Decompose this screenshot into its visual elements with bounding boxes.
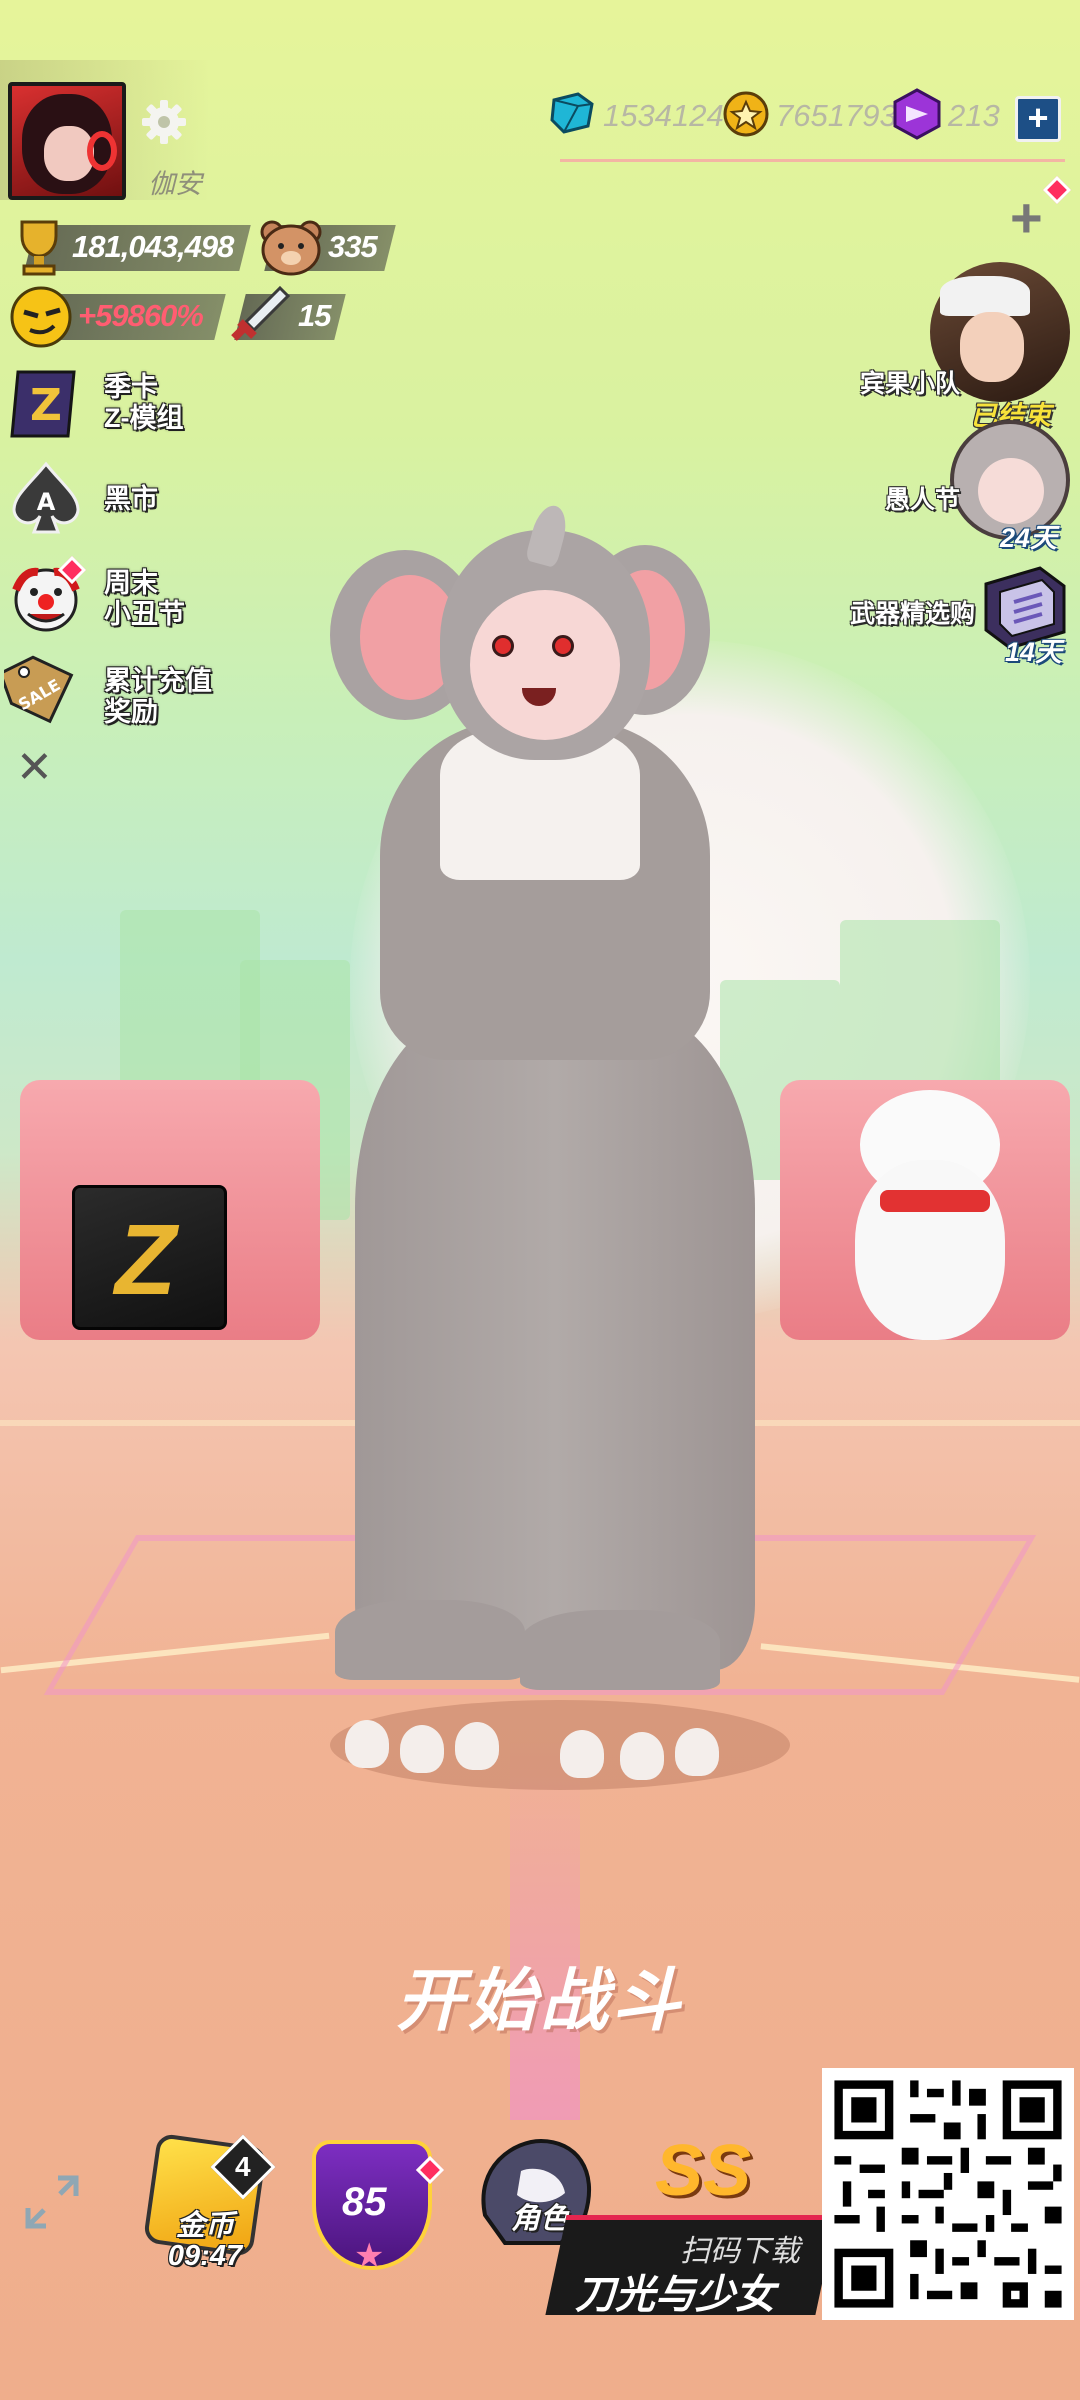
character-foot xyxy=(335,1600,525,1680)
character-toe xyxy=(400,1725,444,1773)
white-hat-icon xyxy=(940,276,1030,316)
bear-count: 335 xyxy=(328,229,378,264)
spade-ace-icon: A xyxy=(12,461,80,534)
character-legs[interactable] xyxy=(355,1010,755,1670)
event-april-fools-label[interactable]: 愚人节 xyxy=(820,480,960,516)
z-letter-icon: Z xyxy=(115,1204,177,1316)
crystal-icon xyxy=(550,92,594,134)
purple-gem-count: 213 xyxy=(948,98,1000,133)
event-april-fools-status: 24天 xyxy=(1000,523,1058,553)
level-star-icon: ★ xyxy=(354,2237,385,2275)
add-currency-button[interactable]: + xyxy=(1015,96,1061,142)
menu-clown-festival[interactable] xyxy=(8,555,87,641)
crystal-count: 1534124 xyxy=(603,98,724,133)
player-avatar[interactable] xyxy=(8,82,126,200)
character-face xyxy=(470,590,620,740)
rank-ss-badge[interactable]: SS xyxy=(655,2130,751,2212)
sword-count: 15 xyxy=(298,298,331,333)
character-toe xyxy=(675,1728,719,1776)
menu-recharge-reward[interactable]: SALE xyxy=(0,650,80,731)
smirk-emoji-icon xyxy=(10,286,72,348)
coin-label: 金币 xyxy=(175,2210,234,2242)
character-toe xyxy=(560,1730,604,1778)
collapse-menu-close-icon[interactable]: ✕ xyxy=(16,742,53,793)
z-card-icon: Z xyxy=(10,370,76,438)
new-badge-icon xyxy=(1042,175,1072,205)
coin-timer: 09:47 xyxy=(167,2240,243,2272)
menu-recharge-reward-label[interactable]: 累计充值 奖励 xyxy=(104,666,212,728)
settings-gear-icon[interactable] xyxy=(140,98,188,146)
add-shortcut-icon[interactable]: + xyxy=(1010,185,1043,250)
menu-season-card[interactable]: Z xyxy=(8,366,84,447)
arena-path xyxy=(510,1740,580,2120)
svg-text:A: A xyxy=(37,488,56,516)
start-battle-button[interactable]: 开始战斗 xyxy=(370,1945,710,2039)
qr-code-pattern-icon xyxy=(826,2072,1070,2316)
character-eye xyxy=(552,635,574,657)
currency-divider xyxy=(560,159,1065,162)
download-qr-code xyxy=(822,2068,1074,2320)
event-weapon-select-status: 14天 xyxy=(1005,637,1063,667)
z-module-crate[interactable]: Z xyxy=(72,1185,227,1330)
boost-percent: +59860% xyxy=(78,298,204,333)
event-weapon-select-label[interactable]: 武器精选购 xyxy=(760,594,975,630)
character-foot xyxy=(520,1610,720,1690)
bear-companion-scarf xyxy=(880,1190,990,1212)
trophy-icon xyxy=(20,220,58,276)
level-shield-badge[interactable]: 85 ★ xyxy=(312,2140,432,2275)
purple-gem-icon xyxy=(893,88,941,140)
bear-companion-body xyxy=(855,1160,1005,1340)
expand-icon[interactable] xyxy=(20,2170,84,2234)
gold-coin-count: 7651793 xyxy=(776,98,897,133)
character-eye xyxy=(492,635,514,657)
sword-icon xyxy=(231,285,291,341)
menu-clown-festival-label[interactable]: 周末 小丑节 xyxy=(104,568,185,630)
promo-game-title: 刀光与少女 xyxy=(575,2273,775,2317)
menu-black-market-label[interactable]: 黑市 xyxy=(104,484,158,515)
bear-face-icon xyxy=(260,220,322,276)
menu-season-card-label[interactable]: 季卡 Z-模组 xyxy=(104,372,183,434)
character-toe xyxy=(455,1722,499,1770)
gold-coin-icon xyxy=(723,91,769,137)
event-bingo-squad-label[interactable]: 宾果小队 xyxy=(810,364,960,400)
svg-text:Z: Z xyxy=(30,380,62,431)
menu-black-market[interactable]: A xyxy=(8,460,84,541)
level-number: 85 xyxy=(342,2180,387,2224)
character-toe xyxy=(620,1732,664,1780)
trophy-count: 181,043,498 xyxy=(72,229,234,264)
character-toe xyxy=(345,1720,389,1768)
character-shadow xyxy=(330,1700,790,1790)
player-name: 伽安 xyxy=(148,169,202,199)
sale-tag-icon: SALE xyxy=(0,655,74,724)
